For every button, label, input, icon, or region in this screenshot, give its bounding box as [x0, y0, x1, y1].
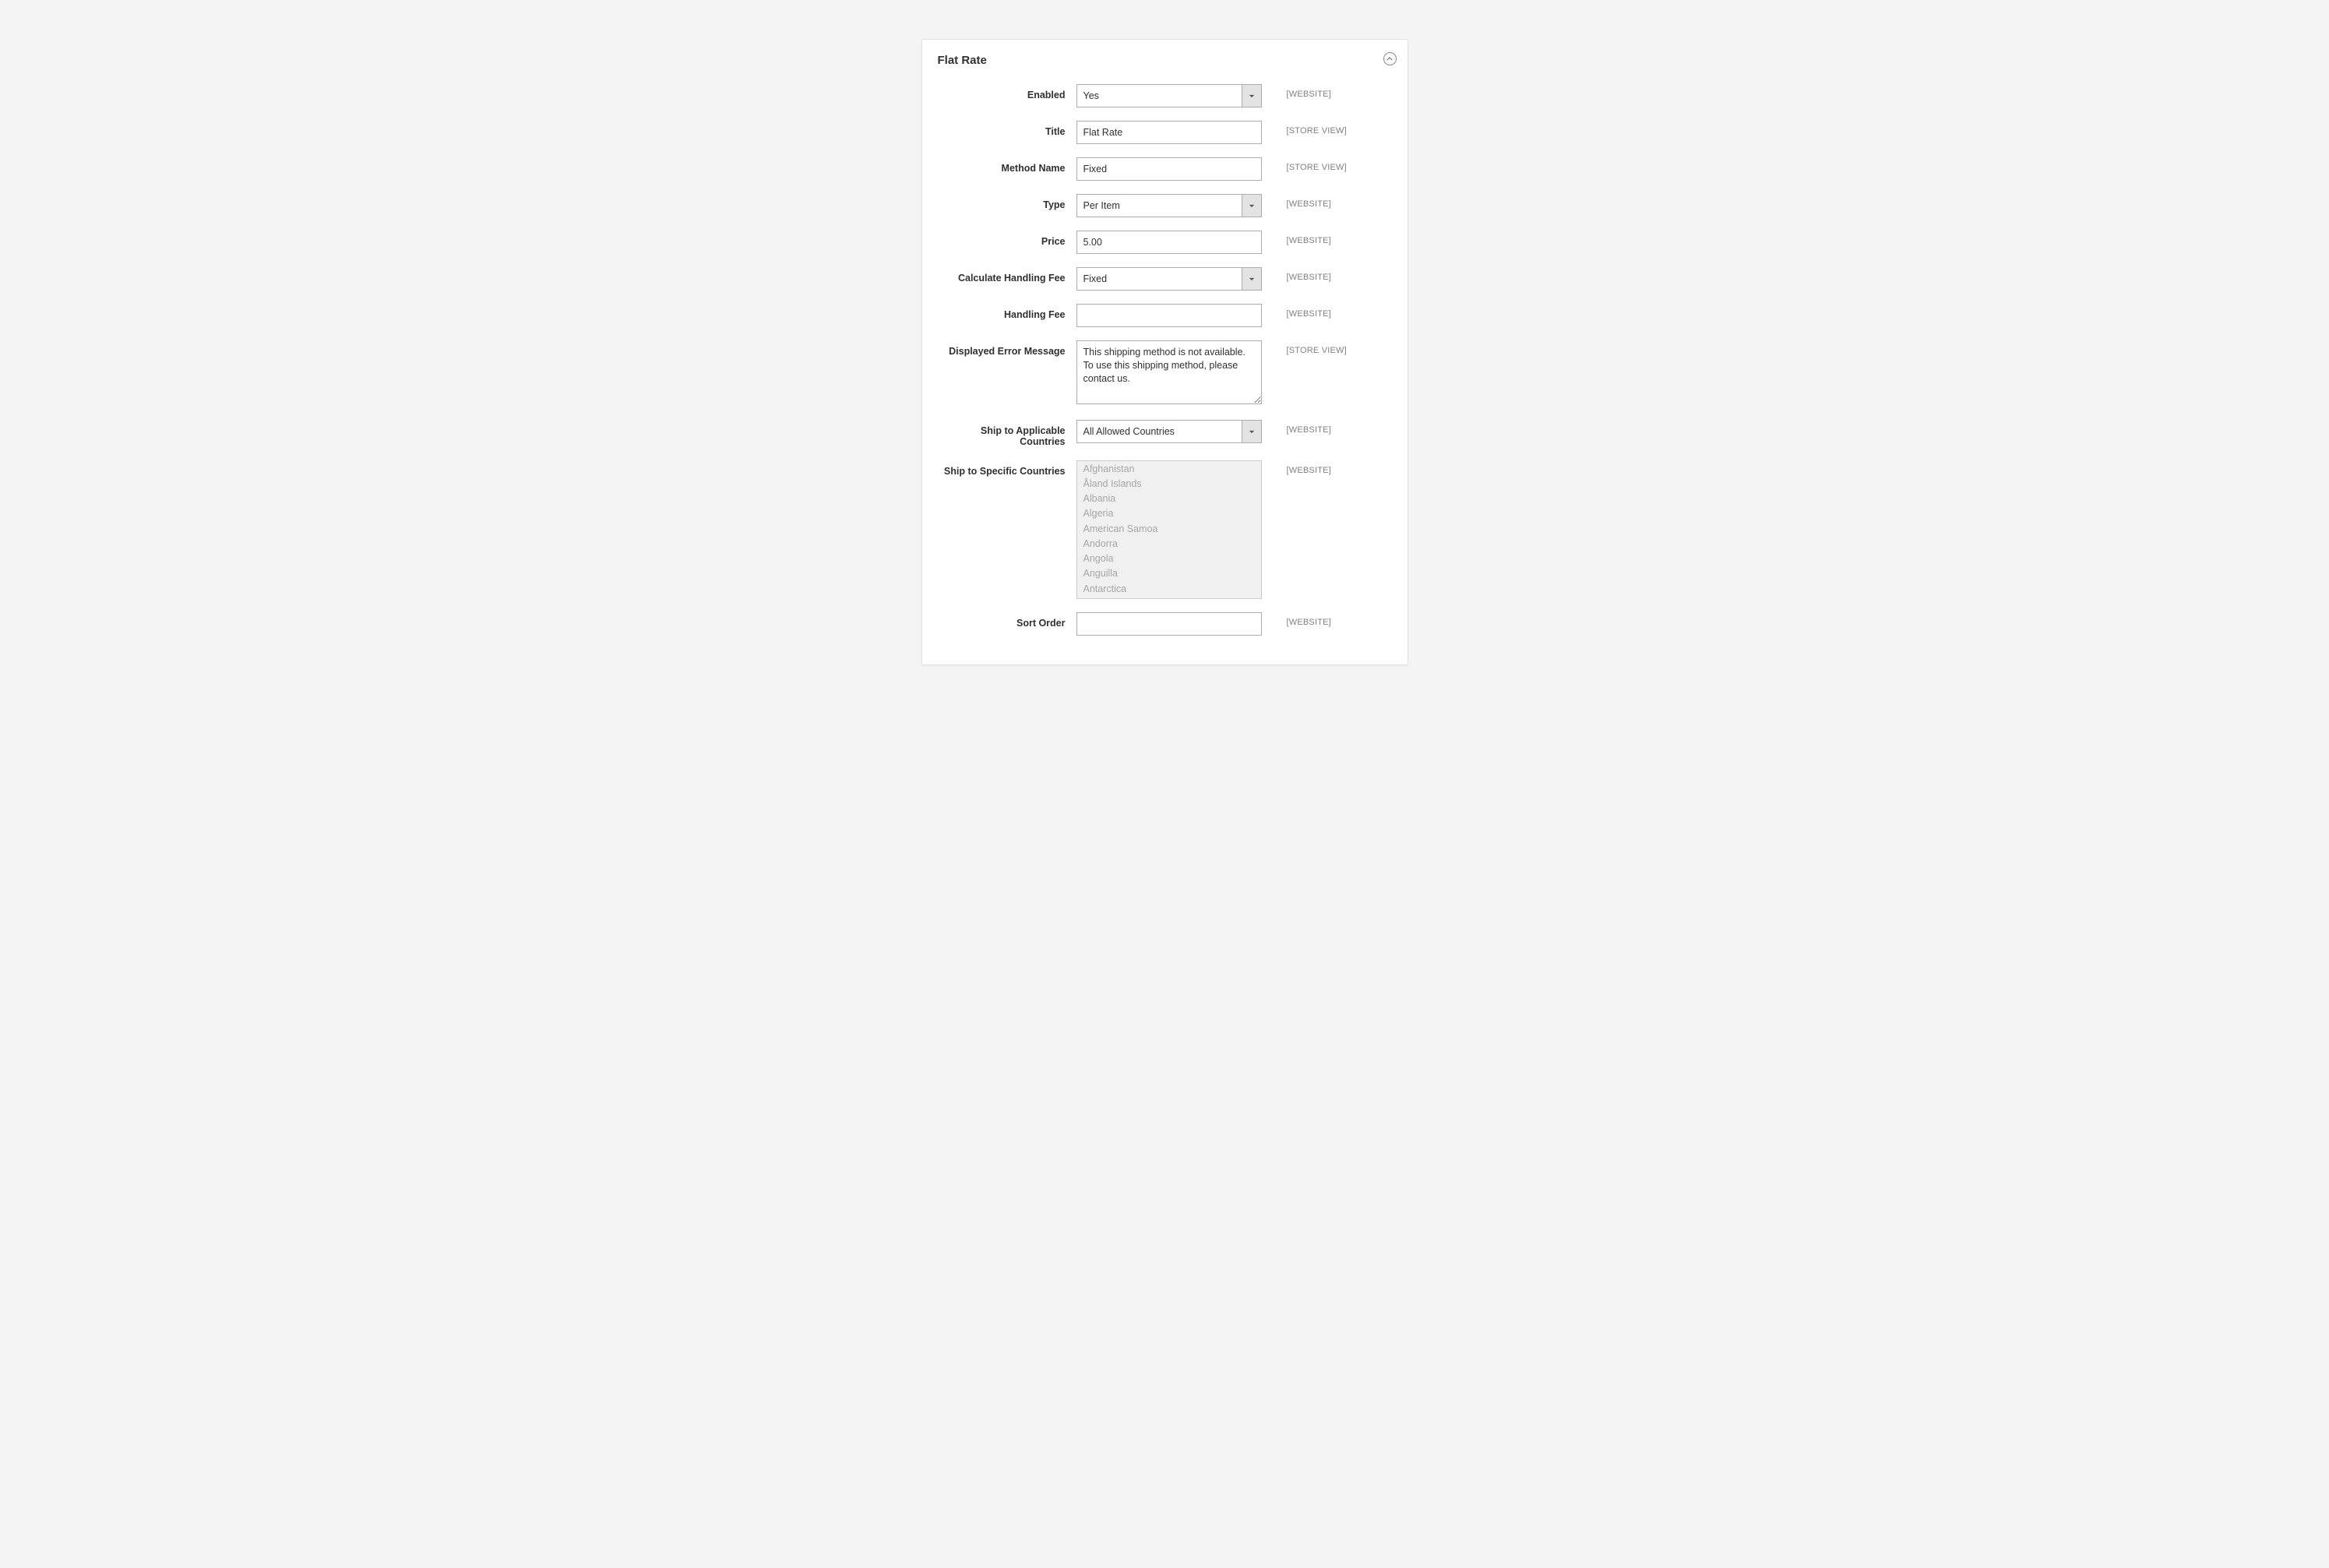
collapse-toggle-icon[interactable] [1383, 52, 1397, 65]
label-title: Title [938, 121, 1076, 137]
chevron-down-icon [1242, 420, 1262, 443]
label-calculate-handling-fee: Calculate Handling Fee [938, 267, 1076, 284]
row-ship-applicable: Ship to Applicable Countries All Allowed… [938, 420, 1392, 447]
price-input[interactable] [1076, 231, 1262, 254]
row-error-message: Displayed Error Message [STORE VIEW] [938, 340, 1392, 407]
error-message-textarea[interactable] [1076, 340, 1262, 404]
row-type: Type Per Item [WEBSITE] [938, 194, 1392, 217]
scope-method-name: [STORE VIEW] [1262, 157, 1347, 172]
ship-applicable-value: All Allowed Countries [1076, 420, 1242, 443]
enabled-select-value: Yes [1076, 84, 1242, 107]
country-option[interactable]: Angola [1077, 551, 1261, 566]
scope-error-message: [STORE VIEW] [1262, 340, 1347, 355]
country-option[interactable]: Albania [1077, 492, 1261, 506]
form-body: Enabled Yes [WEBSITE] Title [STORE VIEW]… [922, 76, 1408, 636]
chevron-down-icon [1242, 194, 1262, 217]
ship-applicable-select[interactable]: All Allowed Countries [1076, 420, 1262, 443]
chevron-down-icon [1242, 267, 1262, 291]
row-ship-specific: Ship to Specific Countries AfghanistanÅl… [938, 460, 1392, 599]
scope-sort-order: [WEBSITE] [1262, 612, 1331, 627]
row-method-name: Method Name [STORE VIEW] [938, 157, 1392, 181]
label-ship-applicable: Ship to Applicable Countries [938, 420, 1076, 447]
country-option[interactable]: Afghanistan [1077, 461, 1261, 476]
label-sort-order: Sort Order [938, 612, 1076, 629]
type-select-value: Per Item [1076, 194, 1242, 217]
scope-price: [WEBSITE] [1262, 231, 1331, 245]
calculate-handling-fee-value: Fixed [1076, 267, 1242, 291]
row-enabled: Enabled Yes [WEBSITE] [938, 84, 1392, 107]
label-method-name: Method Name [938, 157, 1076, 174]
label-handling-fee: Handling Fee [938, 304, 1076, 320]
enabled-select[interactable]: Yes [1076, 84, 1262, 107]
country-option[interactable]: Antarctica [1077, 581, 1261, 596]
method-name-input[interactable] [1076, 157, 1262, 181]
label-error-message: Displayed Error Message [938, 340, 1076, 357]
country-option[interactable]: American Samoa [1077, 521, 1261, 536]
label-enabled: Enabled [938, 84, 1076, 100]
country-option[interactable]: Anguilla [1077, 566, 1261, 581]
row-calculate-handling-fee: Calculate Handling Fee Fixed [WEBSITE] [938, 267, 1392, 291]
type-select[interactable]: Per Item [1076, 194, 1262, 217]
scope-enabled: [WEBSITE] [1262, 84, 1331, 99]
flat-rate-panel: Flat Rate Enabled Yes [WEBSITE] Title [921, 39, 1408, 665]
country-option[interactable]: Antigua and Barbuda [1077, 596, 1261, 599]
scope-type: [WEBSITE] [1262, 194, 1331, 209]
sort-order-input[interactable] [1076, 612, 1262, 636]
scope-handling-fee: [WEBSITE] [1262, 304, 1331, 319]
country-option[interactable]: Åland Islands [1077, 476, 1261, 491]
ship-specific-multiselect[interactable]: AfghanistanÅland IslandsAlbaniaAlgeriaAm… [1076, 460, 1262, 599]
panel-title: Flat Rate [938, 54, 987, 67]
panel-header: Flat Rate [922, 40, 1408, 76]
row-sort-order: Sort Order [WEBSITE] [938, 612, 1392, 636]
scope-calculate-handling-fee: [WEBSITE] [1262, 267, 1331, 282]
row-title: Title [STORE VIEW] [938, 121, 1392, 144]
label-ship-specific: Ship to Specific Countries [938, 460, 1076, 477]
label-price: Price [938, 231, 1076, 247]
label-type: Type [938, 194, 1076, 210]
calculate-handling-fee-select[interactable]: Fixed [1076, 267, 1262, 291]
row-handling-fee: Handling Fee [WEBSITE] [938, 304, 1392, 327]
row-price: Price [WEBSITE] [938, 231, 1392, 254]
scope-ship-applicable: [WEBSITE] [1262, 420, 1331, 435]
chevron-down-icon [1242, 84, 1262, 107]
country-option[interactable]: Andorra [1077, 536, 1261, 551]
title-input[interactable] [1076, 121, 1262, 144]
scope-ship-specific: [WEBSITE] [1262, 460, 1331, 475]
country-option[interactable]: Algeria [1077, 506, 1261, 521]
scope-title: [STORE VIEW] [1262, 121, 1347, 136]
handling-fee-input[interactable] [1076, 304, 1262, 327]
